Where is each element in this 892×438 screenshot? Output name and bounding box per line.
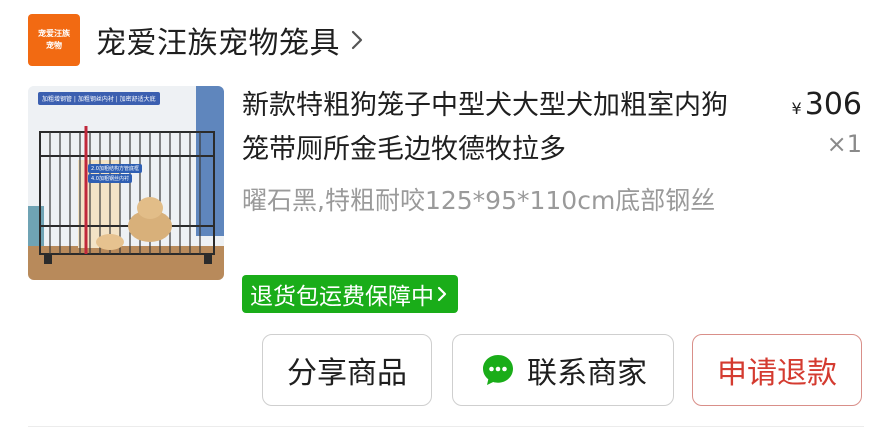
product-title[interactable]: 新款特粗狗笼子中型犬大型犬加粗室内狗笼带厕所金毛边牧德牧拉多: [242, 84, 748, 172]
shop-logo-line2: 宠物: [46, 41, 62, 50]
product-price: ¥ 306: [792, 87, 862, 122]
product-quantity: ×1: [826, 130, 862, 158]
product-image-label2: 4.0加粗钢丝内衬: [88, 174, 132, 183]
share-product-button[interactable]: 分享商品: [262, 334, 432, 406]
shop-logo: 宠爱汪族 宠物: [28, 14, 80, 66]
price-value: 306: [804, 87, 862, 122]
shop-name[interactable]: 宠爱汪族宠物笼具: [96, 18, 340, 62]
badge-label: 退货包运费保障中: [250, 284, 434, 310]
product-spec: 曜石黑,特粗耐咬125*95*110cm底部钢丝: [242, 186, 716, 215]
product-image-banner: 加粗增钢管 | 加粗钢丝内衬 | 加密舒适大底: [38, 92, 160, 105]
chat-bubble-icon: [479, 351, 517, 389]
product-image-label1: 2.0加粗结构方管底框: [88, 164, 142, 173]
chevron-right-icon: [436, 285, 448, 303]
product-image[interactable]: 加粗增钢管 | 加粗钢丝内衬 | 加密舒适大底 2.0加粗结构方管底框 4.0加…: [28, 86, 224, 280]
share-product-label: 分享商品: [287, 356, 407, 391]
request-refund-label: 申请退款: [717, 356, 837, 391]
request-refund-button[interactable]: 申请退款: [692, 334, 862, 406]
contact-seller-button[interactable]: 联系商家: [452, 334, 674, 406]
chevron-right-icon[interactable]: [350, 29, 364, 51]
contact-seller-label: 联系商家: [527, 356, 647, 391]
price-currency: ¥: [791, 99, 802, 118]
bottom-divider: [28, 426, 864, 427]
return-shipping-badge[interactable]: 退货包运费保障中: [242, 275, 458, 313]
shop-header[interactable]: 宠爱汪族 宠物 宠爱汪族宠物笼具: [28, 14, 364, 66]
shop-logo-line1: 宠爱汪族: [38, 29, 70, 38]
